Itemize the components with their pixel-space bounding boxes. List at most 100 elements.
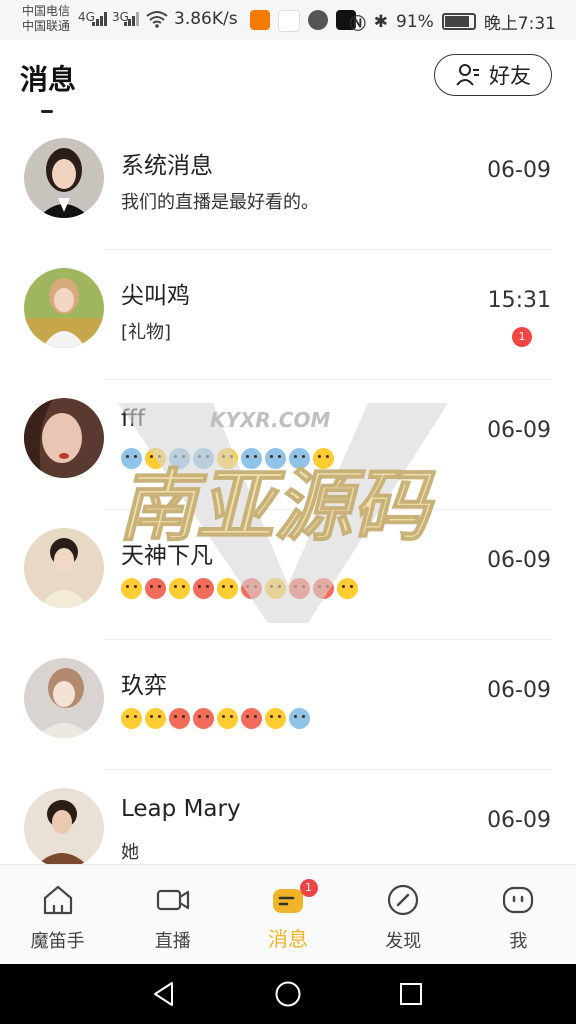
contact-name: 尖叫鸡 <box>121 283 190 309</box>
right-status: Ⓝ ✱ 91% 晚上7:31 <box>349 9 556 35</box>
contact-name: 天神下凡 <box>121 543 213 569</box>
nav-item-discover[interactable]: 发现 <box>346 865 461 965</box>
emoji-icon <box>169 448 190 469</box>
contact-name: 系统消息 <box>121 153 213 179</box>
message-preview: 她 <box>121 842 139 863</box>
emoji-icon <box>145 708 166 729</box>
nav-label: 直播 <box>154 931 191 952</box>
signal-bars-icon <box>92 12 107 26</box>
emoji-icon <box>121 578 142 599</box>
title-indicator <box>41 110 53 113</box>
nav-label: 发现 <box>385 931 422 952</box>
avatar <box>24 528 104 608</box>
contact-name: fff <box>121 406 145 432</box>
status-bar: 中国电信 中国联通 4G 3G 3.86K/s Ⓝ ✱ 91% 晚上7:31 <box>0 0 576 40</box>
emoji-preview <box>121 578 358 599</box>
home-circle-icon[interactable] <box>274 980 302 1008</box>
emoji-icon <box>265 448 286 469</box>
emoji-icon <box>313 578 334 599</box>
back-icon[interactable] <box>150 980 178 1008</box>
clock: 晚上7:31 <box>483 14 556 34</box>
network-speed: 3.86K/s <box>174 9 238 29</box>
contacts-icon <box>456 64 479 86</box>
battery-icon <box>441 13 476 30</box>
emoji-icon <box>217 448 238 469</box>
conversation-item[interactable]: 系统消息 我们的直播是最好看的。 06-09 <box>0 120 576 250</box>
page-title: 消息 <box>20 63 77 96</box>
emoji-icon <box>193 448 214 469</box>
nav-label: 我 <box>509 931 528 952</box>
emoji-icon <box>193 578 214 599</box>
nav-label: 消息 <box>268 927 308 951</box>
message-time: 06-09 <box>487 548 551 573</box>
friends-label: 好友 <box>489 64 531 88</box>
emoji-icon <box>241 708 262 729</box>
video-camera-icon <box>156 889 189 911</box>
emoji-icon <box>169 578 190 599</box>
bottom-navigation: 魔笛手 直播 1 消息 发现 我 <box>0 864 576 965</box>
message-time: 06-09 <box>487 678 551 703</box>
emoji-icon <box>241 578 262 599</box>
wifi-icon <box>146 11 168 28</box>
conversation-item[interactable]: 玖弈 06-09 <box>0 640 576 770</box>
nav-label: 魔笛手 <box>30 931 85 952</box>
contact-name: Leap Mary <box>121 796 241 822</box>
emoji-icon <box>265 578 286 599</box>
signal-bars-icon <box>124 12 139 26</box>
emoji-icon <box>337 578 358 599</box>
avatar <box>24 138 104 218</box>
emoji-icon <box>145 578 166 599</box>
avatar <box>24 398 104 478</box>
avatar <box>24 788 104 868</box>
conversation-list: 系统消息 我们的直播是最好看的。 06-09 尖叫鸡 [礼物] 15:31 1 <box>0 120 576 900</box>
avatar <box>24 658 104 738</box>
message-preview: [礼物] <box>121 322 172 343</box>
contact-name: 玖弈 <box>121 673 167 699</box>
emoji-icon <box>217 708 238 729</box>
avatar <box>24 268 104 348</box>
carrier-2: 中国联通 <box>22 19 71 33</box>
carrier-1: 中国电信 <box>22 4 71 18</box>
taobao-app-icon <box>250 10 270 30</box>
conversation-item[interactable]: 尖叫鸡 [礼物] 15:31 1 <box>0 250 576 380</box>
message-time: 06-09 <box>487 808 551 833</box>
emoji-icon <box>217 578 238 599</box>
nav-item-live[interactable]: 直播 <box>115 865 230 965</box>
carrier-info: 中国电信 中国联通 <box>22 4 70 34</box>
message-preview: 我们的直播是最好看的。 <box>121 192 319 213</box>
conversation-item[interactable]: 天神下凡 06-09 <box>0 510 576 640</box>
emoji-icon <box>121 448 142 469</box>
battery-percent: 91% <box>396 11 434 32</box>
emoji-icon <box>265 708 286 729</box>
page-header: 消息 好友 <box>0 40 576 120</box>
friends-button[interactable]: 好友 <box>434 54 552 96</box>
message-time: 15:31 <box>487 288 551 313</box>
conversation-item[interactable]: fff 06-09 <box>0 380 576 510</box>
emoji-icon <box>289 448 310 469</box>
bluetooth-icon: ✱ <box>373 11 389 32</box>
emoji-icon <box>145 448 166 469</box>
profile-face-icon <box>503 886 534 914</box>
emoji-icon <box>121 708 142 729</box>
compass-icon <box>388 884 419 916</box>
nav-unread-badge: 1 <box>299 879 318 897</box>
emoji-icon <box>289 578 310 599</box>
map-pin-icon <box>278 10 300 32</box>
nfc-icon: Ⓝ <box>349 13 366 33</box>
nav-item-me[interactable]: 我 <box>461 865 576 965</box>
unread-badge: 1 <box>512 327 532 347</box>
home-icon <box>43 885 72 915</box>
nav-item-messages[interactable]: 1 消息 <box>230 865 345 965</box>
recents-square-icon[interactable] <box>397 980 425 1008</box>
message-time: 06-09 <box>487 158 551 183</box>
nav-item-home[interactable]: 魔笛手 <box>0 865 115 965</box>
emoji-icon <box>289 708 310 729</box>
emoji-preview <box>121 708 310 729</box>
emoji-icon <box>193 708 214 729</box>
notification-icons <box>250 10 356 32</box>
emoji-icon <box>241 448 262 469</box>
music-app-icon <box>308 10 328 30</box>
system-navigation-bar <box>0 964 576 1024</box>
emoji-preview <box>121 448 334 469</box>
emoji-icon <box>313 448 334 469</box>
